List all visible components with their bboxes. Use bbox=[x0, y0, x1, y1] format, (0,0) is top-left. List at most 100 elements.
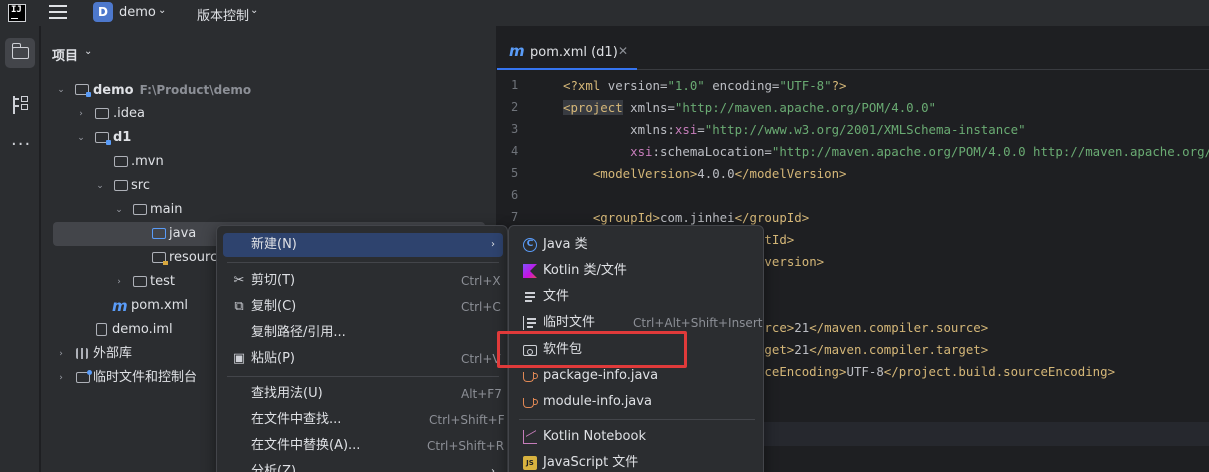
line-number: 3 bbox=[511, 122, 519, 136]
tree-item-label: java bbox=[169, 226, 197, 241]
chevron-down-icon[interactable]: ⌄ bbox=[94, 174, 106, 198]
tree-item-demo[interactable]: ⌄ demo F:\Product\demo bbox=[41, 78, 481, 102]
tree-item-label: .idea bbox=[113, 106, 145, 121]
panel-title[interactable]: 项目 bbox=[52, 45, 78, 64]
folder-icon bbox=[114, 156, 128, 167]
chevron-right-icon[interactable]: › bbox=[113, 270, 125, 294]
scratch-icon bbox=[76, 370, 92, 383]
menu-item-label: 新建(N) bbox=[251, 237, 297, 252]
scratch-file-icon bbox=[523, 316, 537, 330]
maven-icon: m bbox=[509, 42, 525, 60]
structure-icon bbox=[13, 96, 28, 114]
menu-item-analyze[interactable]: 分析(Z) › bbox=[223, 460, 503, 472]
tree-item-label: 外部库 bbox=[93, 346, 133, 361]
code-line: <groupId>com.jinhei</groupId> bbox=[563, 210, 810, 225]
menu-separator bbox=[227, 262, 499, 263]
project-chevron-down-icon[interactable]: ⌄ bbox=[158, 5, 166, 16]
menu-item-copy-path[interactable]: 复制路径/引用... bbox=[223, 321, 503, 345]
file-icon bbox=[96, 323, 107, 336]
tab-pom-xml[interactable]: m pom.xml (d1) ✕ bbox=[497, 34, 637, 70]
tree-item-src[interactable]: ⌄ src bbox=[41, 174, 481, 198]
menu-item-shortcut: Ctrl+Shift+F bbox=[429, 413, 505, 427]
folder-icon bbox=[133, 276, 147, 287]
panel-title-chevron-down-icon[interactable]: ⌄ bbox=[84, 46, 92, 57]
kotlin-icon bbox=[523, 264, 537, 278]
tab-label: pom.xml (d1) bbox=[530, 45, 618, 60]
more-tools-button[interactable]: ··· bbox=[5, 130, 35, 160]
tree-item-label: test bbox=[150, 274, 175, 289]
tree-item-label: pom.xml bbox=[131, 298, 188, 313]
project-name[interactable]: demo bbox=[119, 5, 156, 20]
menu-item-find-in-files[interactable]: 在文件中查找... Ctrl+Shift+F bbox=[223, 408, 505, 432]
tree-item-label: 临时文件和控制台 bbox=[93, 370, 198, 385]
menu-item-shortcut: Ctrl+Shift+R bbox=[427, 439, 505, 453]
line-number: 5 bbox=[511, 166, 519, 180]
menu-item-new[interactable]: 新建(N) › bbox=[223, 233, 503, 257]
java-cup-icon bbox=[523, 398, 538, 408]
menu-item-replace-in-files[interactable]: 在文件中替换(A)... Ctrl+Shift+R bbox=[223, 434, 505, 458]
app-logo-icon[interactable]: IJ bbox=[8, 4, 26, 22]
chevron-right-icon: › bbox=[491, 239, 495, 250]
menu-item-label: Kotlin Notebook bbox=[543, 429, 646, 444]
project-tool-button[interactable] bbox=[5, 38, 35, 68]
java-cup-icon bbox=[523, 372, 538, 382]
menu-item-cut[interactable]: ✂ 剪切(T) Ctrl+X bbox=[223, 269, 503, 293]
chevron-right-icon[interactable]: › bbox=[75, 102, 87, 126]
tree-item-label: demo F:\Product\demo bbox=[93, 83, 252, 98]
submenu-item-java-class[interactable]: C Java 类 bbox=[515, 233, 759, 257]
scissors-icon: ✂ bbox=[233, 273, 245, 288]
menu-item-shortcut: Ctrl+V bbox=[461, 352, 501, 366]
menu-item-label: 剪切(T) bbox=[251, 273, 296, 288]
title-bar: IJ D demo ⌄ 版本控制 ⌄ bbox=[0, 0, 1209, 26]
folder-icon bbox=[133, 204, 147, 215]
library-icon bbox=[76, 348, 88, 359]
submenu-item-javascript-file[interactable]: JS JavaScript 文件 bbox=[515, 451, 759, 472]
tree-item-main[interactable]: ⌄ main bbox=[41, 198, 481, 222]
main-menu-icon[interactable] bbox=[49, 5, 67, 20]
chevron-down-icon[interactable]: ⌄ bbox=[75, 126, 87, 150]
chevron-right-icon[interactable]: › bbox=[55, 342, 67, 366]
resources-folder-icon bbox=[152, 252, 168, 265]
tree-item-mvn[interactable]: .mvn bbox=[41, 150, 481, 174]
module-folder-icon bbox=[95, 132, 111, 145]
tree-item-label: .mvn bbox=[131, 154, 164, 169]
menu-item-copy[interactable]: ⧉ 复制(C) Ctrl+C bbox=[223, 295, 503, 319]
menu-item-paste[interactable]: ▣ 粘贴(P) Ctrl+V bbox=[223, 347, 503, 371]
submenu-item-kotlin-class[interactable]: Kotlin 类/文件 bbox=[515, 259, 759, 283]
chevron-down-icon[interactable]: ⌄ bbox=[113, 198, 125, 222]
module-folder-icon bbox=[75, 84, 91, 97]
line-number: 7 bbox=[511, 210, 519, 224]
menu-item-label: 查找用法(U) bbox=[251, 386, 323, 401]
submenu-item-file[interactable]: 文件 bbox=[515, 285, 759, 309]
code-line: <project xmlns="http://maven.apache.org/… bbox=[563, 100, 936, 115]
chevron-down-icon[interactable]: ⌄ bbox=[55, 78, 67, 102]
line-number: 6 bbox=[511, 188, 519, 202]
menu-item-label: 在文件中查找... bbox=[251, 412, 342, 427]
folder-icon bbox=[11, 43, 29, 59]
paste-icon: ▣ bbox=[232, 351, 246, 366]
context-menu: 新建(N) › ✂ 剪切(T) Ctrl+X ⧉ 复制(C) Ctrl+C 复制… bbox=[216, 225, 508, 472]
tree-item-label: demo.iml bbox=[112, 322, 173, 337]
submenu-item-kotlin-notebook[interactable]: Kotlin Notebook bbox=[515, 425, 759, 449]
chevron-right-icon: › bbox=[491, 466, 495, 472]
menu-item-label: Kotlin 类/文件 bbox=[543, 263, 627, 278]
notebook-icon bbox=[523, 430, 537, 444]
chevron-right-icon[interactable]: › bbox=[55, 366, 67, 390]
menu-item-find-usages[interactable]: 查找用法(U) Alt+F7 bbox=[223, 382, 503, 406]
project-badge[interactable]: D bbox=[93, 2, 113, 22]
java-class-icon: C bbox=[523, 238, 537, 252]
submenu-item-module-info[interactable]: module-info.java bbox=[515, 390, 759, 414]
tree-item-d1[interactable]: ⌄ d1 bbox=[41, 126, 481, 150]
vcs-menu[interactable]: 版本控制 bbox=[197, 5, 249, 24]
menu-item-shortcut: Ctrl+C bbox=[461, 300, 501, 314]
line-number: 4 bbox=[511, 144, 519, 158]
structure-tool-button[interactable] bbox=[5, 90, 35, 120]
editor-tab-bar: m pom.xml (d1) ✕ bbox=[497, 34, 1209, 70]
tool-window-strip: ··· bbox=[0, 26, 40, 472]
tree-item-idea[interactable]: › .idea bbox=[41, 102, 481, 126]
menu-item-shortcut: Ctrl+X bbox=[461, 274, 501, 288]
close-icon[interactable]: ✕ bbox=[618, 44, 628, 58]
source-folder-icon bbox=[152, 228, 166, 239]
vcs-chevron-down-icon[interactable]: ⌄ bbox=[250, 5, 258, 16]
menu-item-label: module-info.java bbox=[543, 394, 652, 409]
